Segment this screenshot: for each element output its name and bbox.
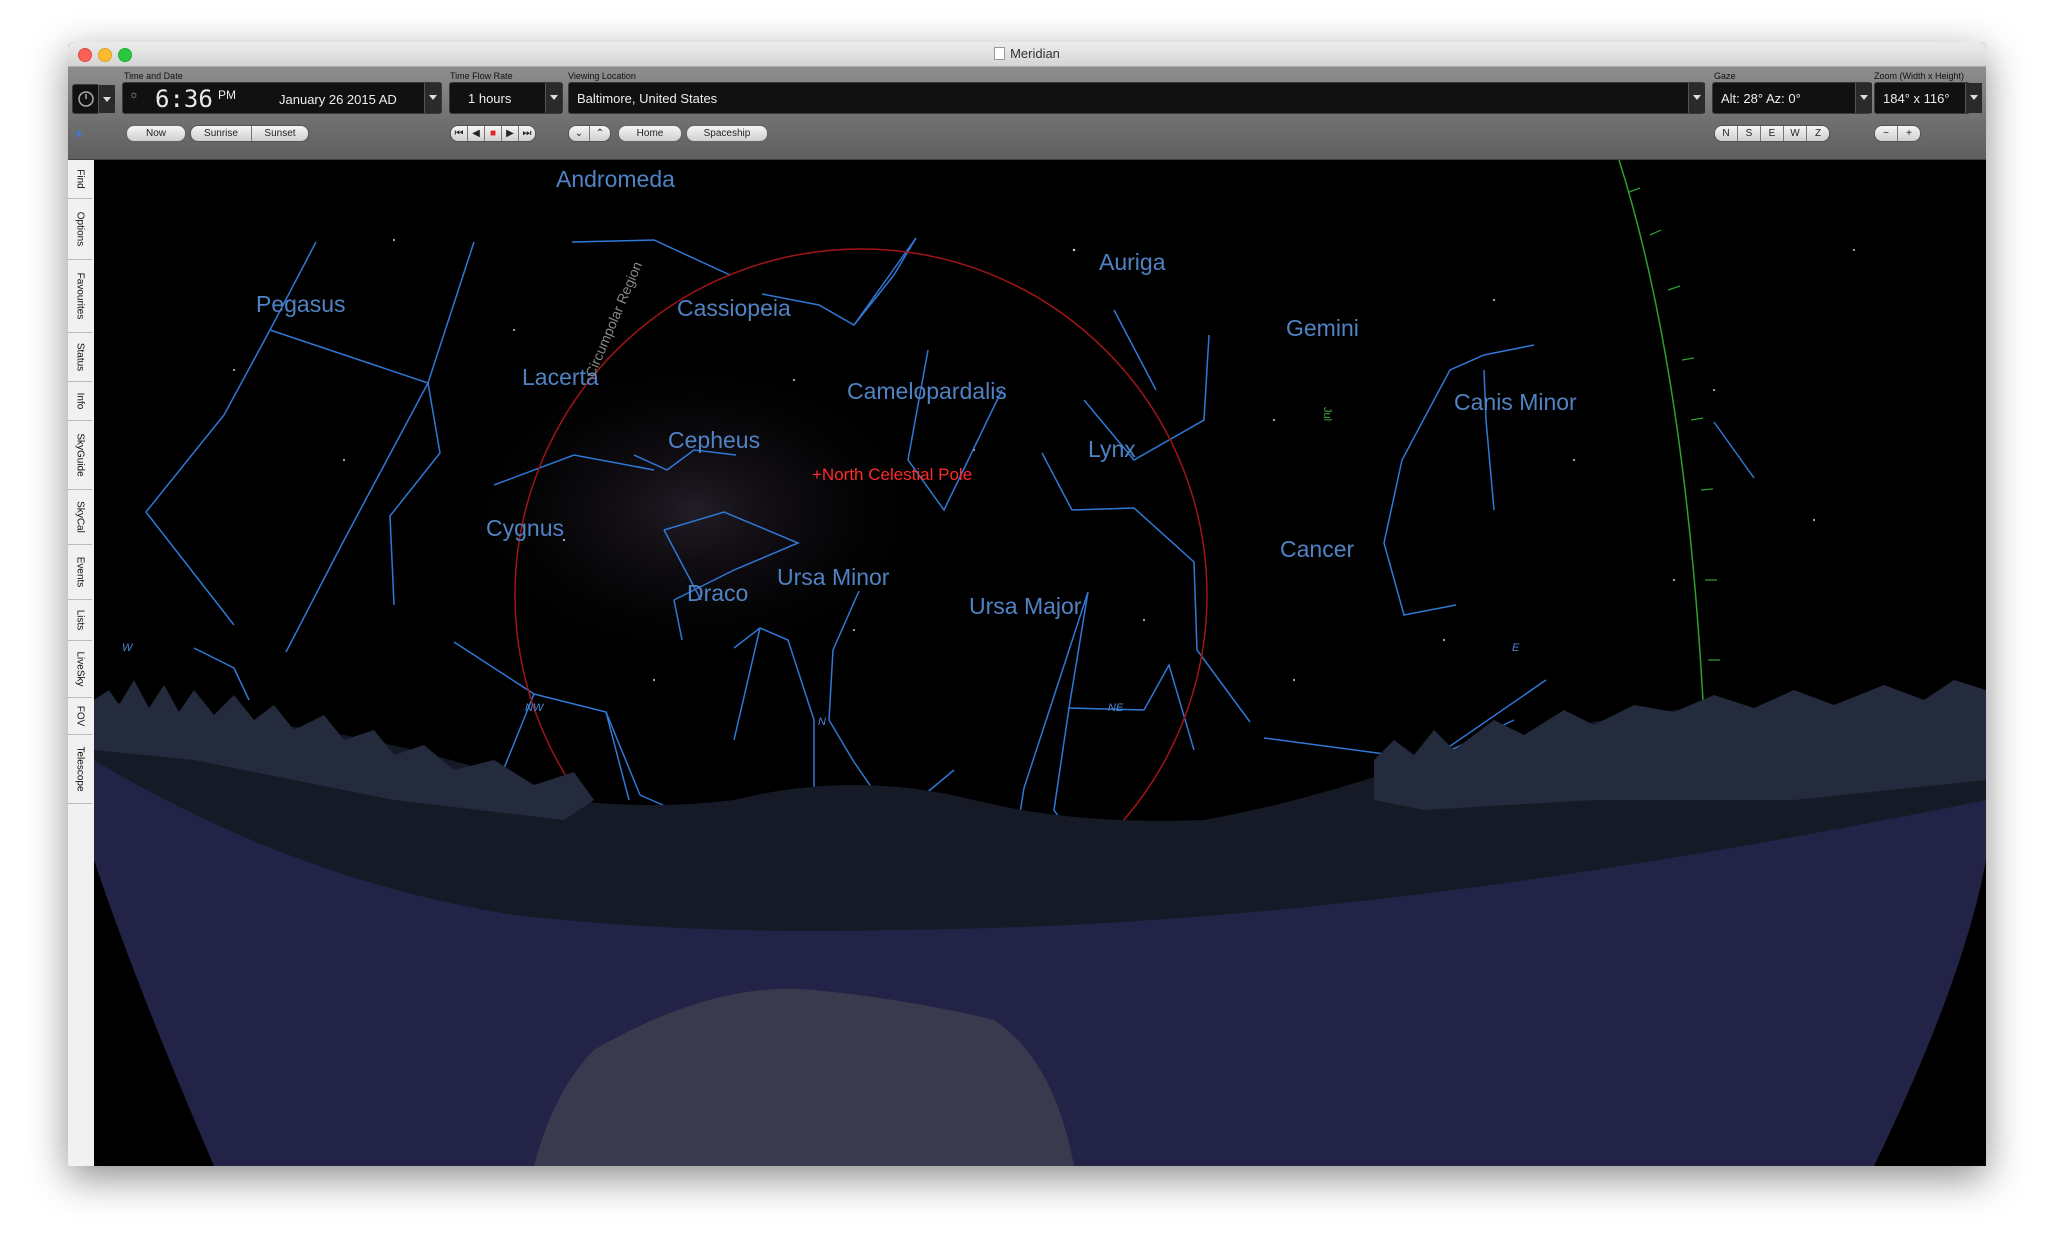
gaze-s-button[interactable]: S <box>1738 126 1761 141</box>
tab-livesky[interactable]: LiveSky <box>68 641 92 698</box>
tab-status[interactable]: Status <box>68 333 92 382</box>
direction-east: E <box>1512 642 1520 654</box>
stop-icon[interactable]: ■ <box>485 126 502 141</box>
constellation-label[interactable]: Lynx <box>1088 436 1136 463</box>
ampm[interactable]: PM <box>218 88 236 102</box>
north-celestial-pole-label[interactable]: +North Celestial Pole <box>812 465 972 485</box>
gaze-label: Gaze <box>1714 71 1736 81</box>
tab-lists[interactable]: Lists <box>68 600 92 641</box>
time-date-field[interactable]: ☼ 6:36 PM January 26 2015 AD <box>122 82 442 114</box>
chevron-up-icon[interactable]: ⌃ <box>590 126 610 141</box>
sun-icon: ☼ <box>129 89 140 101</box>
location-dropdown[interactable] <box>1688 83 1705 113</box>
location-field[interactable]: Baltimore, United States <box>568 82 1705 114</box>
sunset-button[interactable]: Sunset <box>252 126 308 141</box>
spaceship-button[interactable]: Spaceship <box>686 125 768 142</box>
reverse-icon[interactable]: ◀ <box>468 126 485 141</box>
zoom-in-button[interactable]: + <box>1898 126 1920 141</box>
sun-events-group: Sunrise Sunset <box>190 125 309 142</box>
altitude-controls: ⌄ ⌃ <box>568 125 611 142</box>
location-label: Viewing Location <box>568 71 636 81</box>
gaze-e-button[interactable]: E <box>1761 126 1784 141</box>
step-back-icon[interactable]: ⏮ <box>451 126 468 141</box>
gaze-z-button[interactable]: Z <box>1807 126 1829 141</box>
now-button[interactable]: Now <box>126 125 186 142</box>
constellation-label[interactable]: Auriga <box>1099 249 1165 276</box>
location-value[interactable]: Baltimore, United States <box>577 91 717 106</box>
sunrise-button[interactable]: Sunrise <box>191 126 252 141</box>
direction-northwest: NW <box>525 702 544 714</box>
time-flow-dropdown[interactable] <box>545 83 562 113</box>
constellation-label[interactable]: Gemini <box>1286 315 1359 342</box>
step-forward-icon[interactable]: ⏭ <box>519 126 535 141</box>
zoom-buttons: − + <box>1874 125 1921 142</box>
flow-label: Time Flow Rate <box>450 71 513 81</box>
sky-view[interactable]: Andromeda Pegasus Cassiopeia Auriga Gemi… <box>94 160 1986 1166</box>
home-button[interactable]: Home <box>618 125 682 142</box>
side-tabs: Find Options Favourites Status Info SkyG… <box>68 160 97 1166</box>
tab-fov[interactable]: FOV <box>68 698 92 735</box>
gaze-dropdown[interactable] <box>1855 83 1872 113</box>
constellation-label[interactable]: Canis Minor <box>1454 389 1577 416</box>
toolbar: Time and Date ☼ 6:36 PM January 26 2015 … <box>68 67 1986 160</box>
tab-skycal[interactable]: SkyCal <box>68 490 92 545</box>
tab-events[interactable]: Events <box>68 545 92 600</box>
constellation-label[interactable]: Camelopardalis <box>847 378 1007 405</box>
gaze-direction-buttons: N S E W Z <box>1714 125 1830 142</box>
constellation-label[interactable]: Pegasus <box>256 291 346 318</box>
tab-find[interactable]: Find <box>68 160 92 199</box>
direction-north: N <box>818 716 826 728</box>
direction-west: W <box>122 642 133 654</box>
tab-favourites[interactable]: Favourites <box>68 260 92 333</box>
gaze-value[interactable]: Alt: 28° Az: 0° <box>1721 91 1801 106</box>
zoom-field[interactable]: 184° x 116° <box>1874 82 1970 114</box>
gaze-w-button[interactable]: W <box>1784 126 1807 141</box>
date-dropdown[interactable] <box>424 83 441 113</box>
telescope-icon[interactable]: ✈ <box>74 127 84 141</box>
tab-info[interactable]: Info <box>68 382 92 421</box>
constellation-label[interactable]: Cepheus <box>668 427 760 454</box>
chevron-down-icon[interactable]: ⌄ <box>569 126 590 141</box>
app-window: Meridian Time and Date ☼ 6:36 PM January… <box>68 42 1986 1166</box>
constellation-label[interactable]: Ursa Minor <box>777 564 889 591</box>
time-label: Time and Date <box>124 71 183 81</box>
constellation-label[interactable]: Ursa Major <box>969 593 1081 620</box>
tab-telescope[interactable]: Telescope <box>68 735 92 804</box>
direction-northeast: NE <box>1108 702 1124 714</box>
date-value[interactable]: January 26 2015 AD <box>279 92 397 107</box>
zoom-out-button[interactable]: − <box>1875 126 1898 141</box>
zoom-dropdown[interactable] <box>1965 83 1982 113</box>
constellation-label[interactable]: Draco <box>687 580 748 607</box>
sky-canvas[interactable] <box>94 160 1986 1166</box>
title-bar: Meridian <box>68 42 1986 67</box>
document-icon <box>994 47 1006 60</box>
time-value[interactable]: 6:36 <box>155 85 213 113</box>
play-icon[interactable]: ▶ <box>502 126 519 141</box>
constellation-label[interactable]: Cassiopeia <box>677 295 791 322</box>
gaze-field[interactable]: Alt: 28° Az: 0° <box>1712 82 1872 114</box>
constellation-label[interactable]: Andromeda <box>556 166 675 193</box>
tab-skyguide[interactable]: SkyGuide <box>68 421 92 490</box>
ecliptic-month-marker: Jul <box>1321 406 1334 422</box>
constellation-label[interactable]: Cancer <box>1280 536 1354 563</box>
zoom-value[interactable]: 184° x 116° <box>1883 91 1950 106</box>
time-flow-value[interactable]: 1 hours <box>468 91 511 106</box>
clock-dropdown[interactable] <box>98 85 115 113</box>
time-flow-controls: ⏮ ◀ ■ ▶ ⏭ <box>450 125 536 142</box>
tab-options[interactable]: Options <box>68 199 92 260</box>
constellation-label[interactable]: Cygnus <box>486 515 564 542</box>
window-title: Meridian <box>68 46 1986 61</box>
gaze-n-button[interactable]: N <box>1715 126 1738 141</box>
sky-dial-icon <box>78 91 94 107</box>
zoom-label: Zoom (Width x Height) <box>1874 71 1965 81</box>
clock-icon-well[interactable] <box>72 84 100 114</box>
